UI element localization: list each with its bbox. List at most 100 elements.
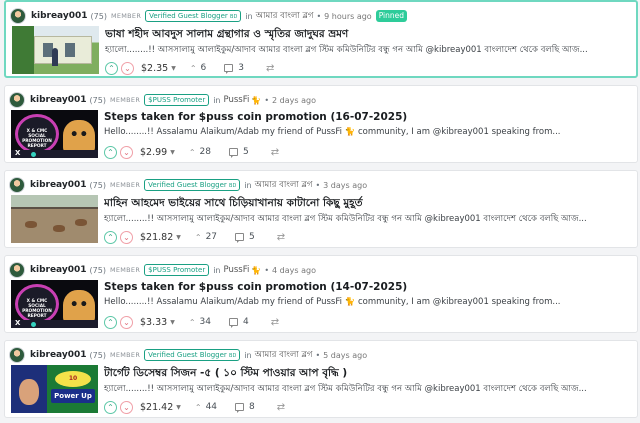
post-title[interactable]: টার্গেট ডিসেম্বর সিজন -৫ ( ১০ স্টিম পাওয…	[104, 366, 634, 383]
comment-icon	[235, 233, 245, 243]
downvote-button[interactable]: ⌄	[120, 315, 133, 329]
post-time[interactable]: 9 hours ago	[324, 12, 372, 21]
author-link[interactable]: kibreay001	[31, 11, 88, 21]
reblog-icon[interactable]: ⇄	[271, 147, 279, 158]
post-card[interactable]: kibreay001 (75) MEMBER Verified Guest Bl…	[4, 0, 638, 78]
reputation: (75)	[89, 95, 106, 105]
post-summary[interactable]: হ্যালো........!! আসসালামু আলাইকুম/আদাব আ…	[105, 43, 637, 57]
comment-count[interactable]: 4	[243, 317, 249, 327]
avatar[interactable]	[9, 177, 25, 193]
downvote-button[interactable]: ⌄	[120, 145, 133, 159]
post-summary[interactable]: Hello........!! Assalamu Alaikum/Adab my…	[104, 297, 636, 307]
post-time[interactable]: 5 days ago	[323, 351, 367, 360]
downvote-button[interactable]: ⌄	[120, 230, 133, 244]
payout-value[interactable]: $3.33	[140, 317, 167, 328]
author-link[interactable]: kibreay001	[30, 95, 87, 105]
author-link[interactable]: kibreay001	[30, 350, 87, 360]
post-thumbnail[interactable]: 10 Power Up	[11, 365, 98, 413]
avatar[interactable]	[9, 347, 25, 363]
post-title[interactable]: Steps taken for $puss coin promotion (16…	[104, 111, 634, 123]
post-time[interactable]: 2 days ago	[272, 96, 316, 105]
downvote-button[interactable]: ⌄	[121, 61, 134, 75]
in-label: in	[213, 95, 221, 105]
cat-icon: 🐈	[251, 265, 262, 275]
post-title[interactable]: Steps taken for $puss coin promotion (14…	[104, 281, 634, 293]
post-thumbnail[interactable]: X & CMC SOCIAL PROMOTION REPORT	[11, 110, 98, 158]
payout-value[interactable]: $21.82	[140, 232, 173, 243]
post-time[interactable]: 3 days ago	[323, 181, 367, 190]
post-time[interactable]: 4 days ago	[272, 266, 316, 275]
chevron-up-icon: ⌃	[189, 63, 197, 73]
reblog-icon[interactable]: ⇄	[271, 317, 279, 328]
reblog-icon[interactable]: ⇄	[266, 63, 274, 74]
downvote-button[interactable]: ⌄	[120, 400, 133, 414]
separator-dot: •	[264, 265, 270, 275]
chevron-up-icon: ⌃	[188, 317, 196, 327]
upvote-button[interactable]: ⌃	[104, 315, 117, 329]
chevron-down-icon[interactable]: ▼	[170, 149, 175, 156]
payout-value[interactable]: $2.99	[140, 147, 167, 158]
member-role: MEMBER	[109, 266, 141, 274]
post-summary[interactable]: হ্যালো........!! আসসালামু আলাইকুম/আদাব আ…	[104, 382, 636, 396]
author-badge: $PUSS Promoter	[144, 94, 210, 106]
comment-count[interactable]: 8	[249, 402, 255, 412]
avatar[interactable]	[9, 92, 25, 108]
reputation: (75)	[89, 180, 106, 190]
community-link[interactable]: PussFi	[224, 265, 250, 275]
post-summary[interactable]: Hello........!! Assalamu Alaikum/Adab my…	[104, 127, 636, 137]
post-thumbnail[interactable]	[11, 195, 98, 243]
author-link[interactable]: kibreay001	[30, 180, 87, 190]
community-link[interactable]: PussFi	[224, 95, 250, 105]
post-card[interactable]: kibreay001 (75) MEMBER Verified Guest Bl…	[4, 170, 638, 248]
vote-count[interactable]: 27	[206, 232, 217, 242]
upvote-button[interactable]: ⌃	[105, 61, 118, 75]
community-link[interactable]: আমার বাংলা ব্লগ	[255, 348, 313, 362]
post-title[interactable]: মাহিন আহমেদ ভাইয়ের সাথে চিড়িয়াখানায় …	[104, 196, 634, 213]
author-link[interactable]: kibreay001	[30, 265, 87, 275]
reblog-icon[interactable]: ⇄	[277, 402, 285, 413]
post-meta: kibreay001 (75) MEMBER $PUSS Promoter in…	[9, 262, 316, 278]
chevron-up-icon: ⌃	[194, 402, 202, 412]
comment-count[interactable]: 5	[243, 147, 249, 157]
post-thumbnail[interactable]	[12, 26, 99, 74]
community-link[interactable]: আমার বাংলা ব্লগ	[255, 178, 313, 192]
vote-count[interactable]: 28	[200, 147, 211, 157]
chevron-down-icon[interactable]: ▼	[176, 234, 181, 241]
post-card[interactable]: kibreay001 (75) MEMBER $PUSS Promoter in…	[4, 85, 638, 163]
separator-dot: •	[315, 180, 321, 190]
in-label: in	[213, 265, 221, 275]
author-badge: Verified Guest Blogger BD	[145, 10, 242, 22]
vote-count[interactable]: 34	[200, 317, 211, 327]
post-thumbnail[interactable]: X & CMC SOCIAL PROMOTION REPORT	[11, 280, 98, 328]
member-role: MEMBER	[109, 351, 141, 359]
avatar[interactable]	[9, 262, 25, 278]
avatar[interactable]	[10, 8, 26, 24]
in-label: in	[245, 11, 253, 21]
post-card[interactable]: kibreay001 (75) MEMBER $PUSS Promoter in…	[4, 255, 638, 333]
upvote-button[interactable]: ⌃	[104, 145, 117, 159]
chevron-down-icon[interactable]: ▼	[170, 319, 175, 326]
post-title[interactable]: ভাষা শহীদ আবদুস সালাম গ্রন্থাগার ও স্মৃত…	[105, 27, 635, 44]
reputation: (75)	[89, 265, 106, 275]
reputation: (75)	[90, 11, 107, 21]
payout-value[interactable]: $21.42	[140, 402, 173, 413]
comment-count[interactable]: 3	[238, 63, 244, 73]
community-link[interactable]: আমার বাংলা ব্লগ	[256, 9, 314, 23]
post-card[interactable]: kibreay001 (75) MEMBER Verified Guest Bl…	[4, 340, 638, 418]
vote-count[interactable]: 6	[201, 63, 207, 73]
upvote-button[interactable]: ⌃	[104, 230, 117, 244]
vote-count[interactable]: 44	[206, 402, 217, 412]
chevron-up-icon: ⌃	[194, 232, 202, 242]
thumbnail-text: X & CMC SOCIAL PROMOTION REPORT	[22, 299, 52, 319]
post-summary[interactable]: হ্যালো........!! আসসালামু আলাইকুম/আদাব আ…	[104, 212, 636, 226]
comment-count[interactable]: 5	[249, 232, 255, 242]
upvote-button[interactable]: ⌃	[104, 400, 117, 414]
chevron-down-icon[interactable]: ▼	[171, 65, 176, 72]
reblog-icon[interactable]: ⇄	[277, 232, 285, 243]
pinned-badge: Pinned	[375, 10, 408, 22]
chevron-down-icon[interactable]: ▼	[176, 404, 181, 411]
author-badge: Verified Guest Blogger BD	[144, 179, 241, 191]
member-role: MEMBER	[110, 12, 142, 20]
separator-dot: •	[264, 95, 270, 105]
payout-value[interactable]: $2.35	[141, 63, 168, 74]
